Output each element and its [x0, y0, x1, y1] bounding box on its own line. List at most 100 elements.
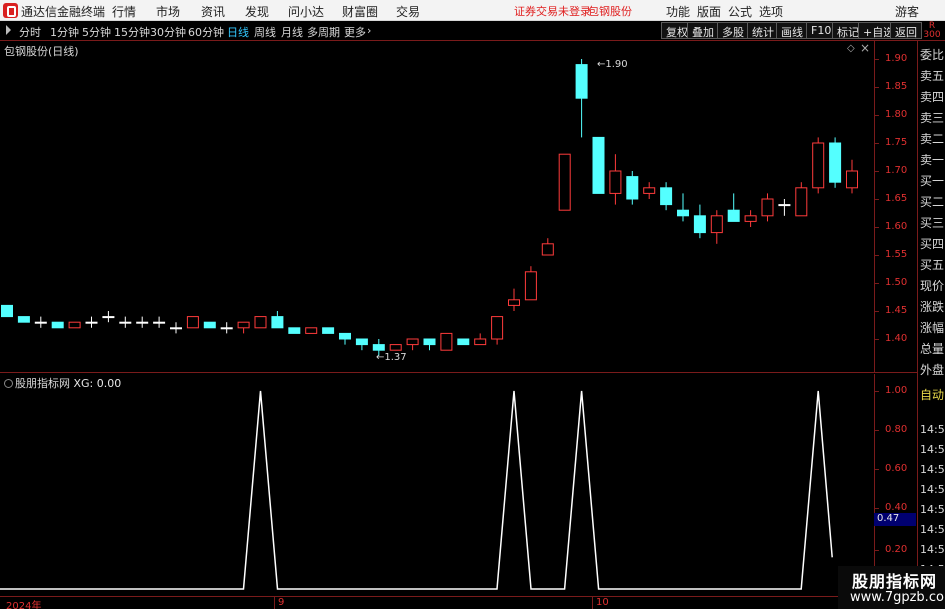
menu-trade[interactable]: 交易 [396, 3, 420, 20]
candle [575, 59, 588, 138]
period-multi[interactable]: 多周期 [307, 24, 340, 40]
candle-body [710, 215, 723, 234]
candle [778, 199, 791, 216]
candle-body [491, 316, 504, 340]
tick-time: 14:56 [920, 423, 945, 436]
period-toolbar: 分时 1分钟 5分钟 15分钟 30分钟 60分钟 日线 周线 月线 多周期 更… [0, 21, 945, 41]
candle-body [795, 187, 808, 217]
menu-wealth[interactable]: 财富圈 [342, 3, 378, 20]
period-5min[interactable]: 5分钟 [82, 24, 111, 40]
date-tick [274, 597, 275, 609]
period-monthly[interactable]: 月线 [281, 24, 303, 40]
date-axis: 2024年 9 10 [0, 596, 917, 609]
menu-market[interactable]: 市场 [156, 3, 180, 20]
close-icon[interactable]: × [860, 41, 870, 55]
quote-buy2: 买二 [920, 195, 945, 209]
candle [339, 332, 351, 345]
period-15min[interactable]: 15分钟 [114, 24, 150, 40]
candle [829, 137, 842, 188]
low-marker: ←1.37 [376, 352, 407, 363]
quote-sell1: 卖一 [920, 153, 945, 167]
menu-news[interactable]: 资讯 [201, 3, 225, 20]
indicator-chart[interactable] [0, 374, 874, 596]
candle [558, 153, 571, 211]
candle-body [406, 338, 419, 346]
tick-time: 14:56 [920, 503, 945, 516]
candle [710, 210, 723, 244]
candle-body [355, 338, 368, 346]
collapse-icon[interactable] [4, 379, 13, 388]
menu-layout[interactable]: 版面 [697, 3, 721, 20]
date-label-year: 2024年 [6, 601, 42, 609]
candle-body [524, 271, 537, 301]
candle [322, 327, 335, 334]
quote-sell4: 卖四 [920, 90, 945, 104]
auto-label[interactable]: 自动 [920, 386, 944, 403]
candle-body [339, 332, 351, 340]
period-30min[interactable]: 30分钟 [150, 24, 186, 40]
menu-quotes[interactable]: 行情 [112, 3, 136, 20]
quote-buy4: 买四 [920, 237, 945, 251]
candle-body [846, 170, 858, 189]
diamond-icon[interactable]: ◇ [847, 43, 855, 54]
multi-stock-button[interactable]: 多股 [717, 22, 749, 39]
candle [170, 322, 182, 334]
user-guest[interactable]: 游客 [895, 3, 919, 20]
date-tick [592, 597, 593, 609]
quote-volume: 总量 [920, 342, 945, 356]
back-button[interactable]: 返回 [890, 22, 922, 39]
price-tick: 1.50 [873, 277, 908, 288]
candle-body [423, 338, 436, 346]
candle-body [761, 198, 774, 217]
draw-line-button[interactable]: 画线 [776, 22, 808, 39]
candlestick-chart[interactable]: ←1.90 ←1.37 [0, 41, 874, 372]
menu-ask[interactable]: 问小达 [288, 3, 324, 20]
period-daily[interactable]: 日线 [227, 24, 249, 40]
play-icon[interactable] [6, 25, 11, 35]
quote-buy1: 买一 [920, 174, 945, 188]
menu-formula[interactable]: 公式 [728, 3, 752, 20]
candle [102, 311, 115, 323]
price-tick: 1.75 [873, 137, 908, 148]
statistics-button[interactable]: 统计 [747, 22, 779, 39]
candle [846, 159, 858, 194]
pane-divider[interactable] [0, 372, 917, 373]
tick-time: 14:56 [920, 443, 945, 456]
period-1min[interactable]: 1分钟 [50, 24, 79, 40]
menu-function[interactable]: 功能 [666, 3, 690, 20]
quote-change: 涨跌 [920, 300, 945, 314]
right-panel-header: R 300 [919, 22, 945, 40]
quote-buy5: 买五 [920, 258, 945, 272]
candle [254, 316, 267, 329]
menu-discover[interactable]: 发现 [245, 3, 269, 20]
candle [744, 210, 757, 227]
candle-body [389, 344, 402, 351]
candle [17, 316, 30, 323]
candle [68, 321, 81, 329]
price-tick: 1.60 [873, 221, 908, 232]
candle [389, 344, 402, 351]
price-tick: 1.40 [873, 333, 908, 344]
watermark: 股朋指标网 www.7gpzb.com [838, 566, 945, 609]
price-tick: 1.45 [873, 305, 908, 316]
price-tick: 1.55 [873, 249, 908, 260]
period-weekly[interactable]: 周线 [254, 24, 276, 40]
period-60min[interactable]: 60分钟 [188, 24, 224, 40]
quote-panel: 委比 卖五 卖四 卖三 卖二 卖一 买一 买二 买三 买四 买五 现价 涨跌 涨… [917, 41, 945, 609]
menu-options[interactable]: 选项 [759, 3, 783, 20]
candle-body [727, 209, 740, 222]
indicator-tick: 0.60 [873, 463, 908, 474]
period-intraday[interactable]: 分时 [19, 24, 41, 40]
price-tick: 1.65 [873, 193, 908, 204]
candle-body [85, 321, 98, 324]
chevron-right-icon[interactable]: › [367, 24, 371, 37]
trade-login-notice[interactable]: 证券交易未登录 [514, 3, 591, 19]
date-label-sep: 9 [278, 597, 285, 608]
overlay-button[interactable]: 叠加 [687, 22, 719, 39]
period-more[interactable]: 更多 [344, 24, 366, 40]
candle [609, 154, 622, 205]
candle [423, 338, 436, 351]
candle-body [609, 170, 622, 194]
tick-time: 14:56 [920, 483, 945, 496]
quote-sell2: 卖二 [920, 132, 945, 146]
